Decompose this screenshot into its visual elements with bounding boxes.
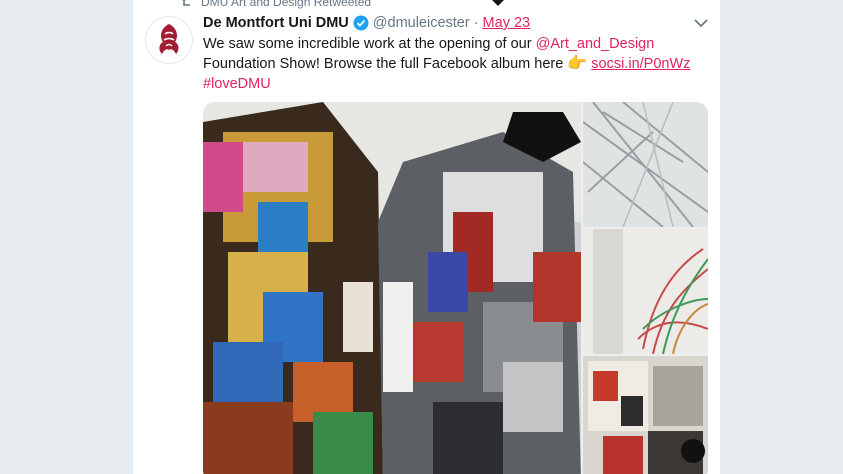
tweet-text: We saw some incredible work at the openi… — [203, 34, 703, 94]
wire-sculpture-image — [583, 102, 708, 227]
fashion-garments-image — [203, 102, 581, 474]
display-name[interactable]: De Montfort Uni DMU — [203, 15, 349, 31]
timeline-column: DMU Art and Design Retweeted De Montfort… — [133, 0, 720, 474]
avatar[interactable] — [145, 16, 193, 64]
verified-badge-icon — [353, 15, 369, 31]
backhand-index-pointing-right-icon: 👉 — [567, 55, 588, 72]
media-photo-2[interactable] — [583, 102, 708, 227]
media-grid — [203, 102, 708, 474]
stream-caret-icon — [492, 0, 504, 6]
tweet-header: De Montfort Uni DMU @dmuleicester · May … — [203, 14, 530, 32]
media-photo-main[interactable] — [203, 102, 581, 474]
tweet-text-part-1: We saw some incredible work at the openi… — [203, 36, 536, 52]
retweet-context[interactable]: DMU Art and Design Retweeted — [181, 0, 371, 10]
screen-name[interactable]: @dmuleicester — [373, 15, 470, 31]
album-link[interactable]: socsi.in/P0nWz — [591, 56, 690, 72]
studio-collage-image — [583, 356, 708, 474]
retweet-context-label: DMU Art and Design Retweeted — [201, 0, 372, 9]
tweet-text-part-2: Foundation Show! Browse the full Faceboo… — [203, 56, 568, 72]
chevron-down-icon[interactable] — [693, 17, 709, 29]
mention-link[interactable]: @Art_and_Design — [536, 36, 655, 52]
media-photo-4[interactable] — [583, 356, 708, 474]
tweet-timestamp[interactable]: May 23 — [483, 15, 531, 31]
colored-wire-image — [583, 229, 708, 354]
retweet-icon — [182, 0, 190, 6]
hashtag-link[interactable]: #loveDMU — [203, 76, 271, 92]
media-photo-3[interactable] — [583, 229, 708, 354]
header-separator: · — [473, 15, 479, 31]
dmu-logo-icon — [159, 24, 179, 54]
